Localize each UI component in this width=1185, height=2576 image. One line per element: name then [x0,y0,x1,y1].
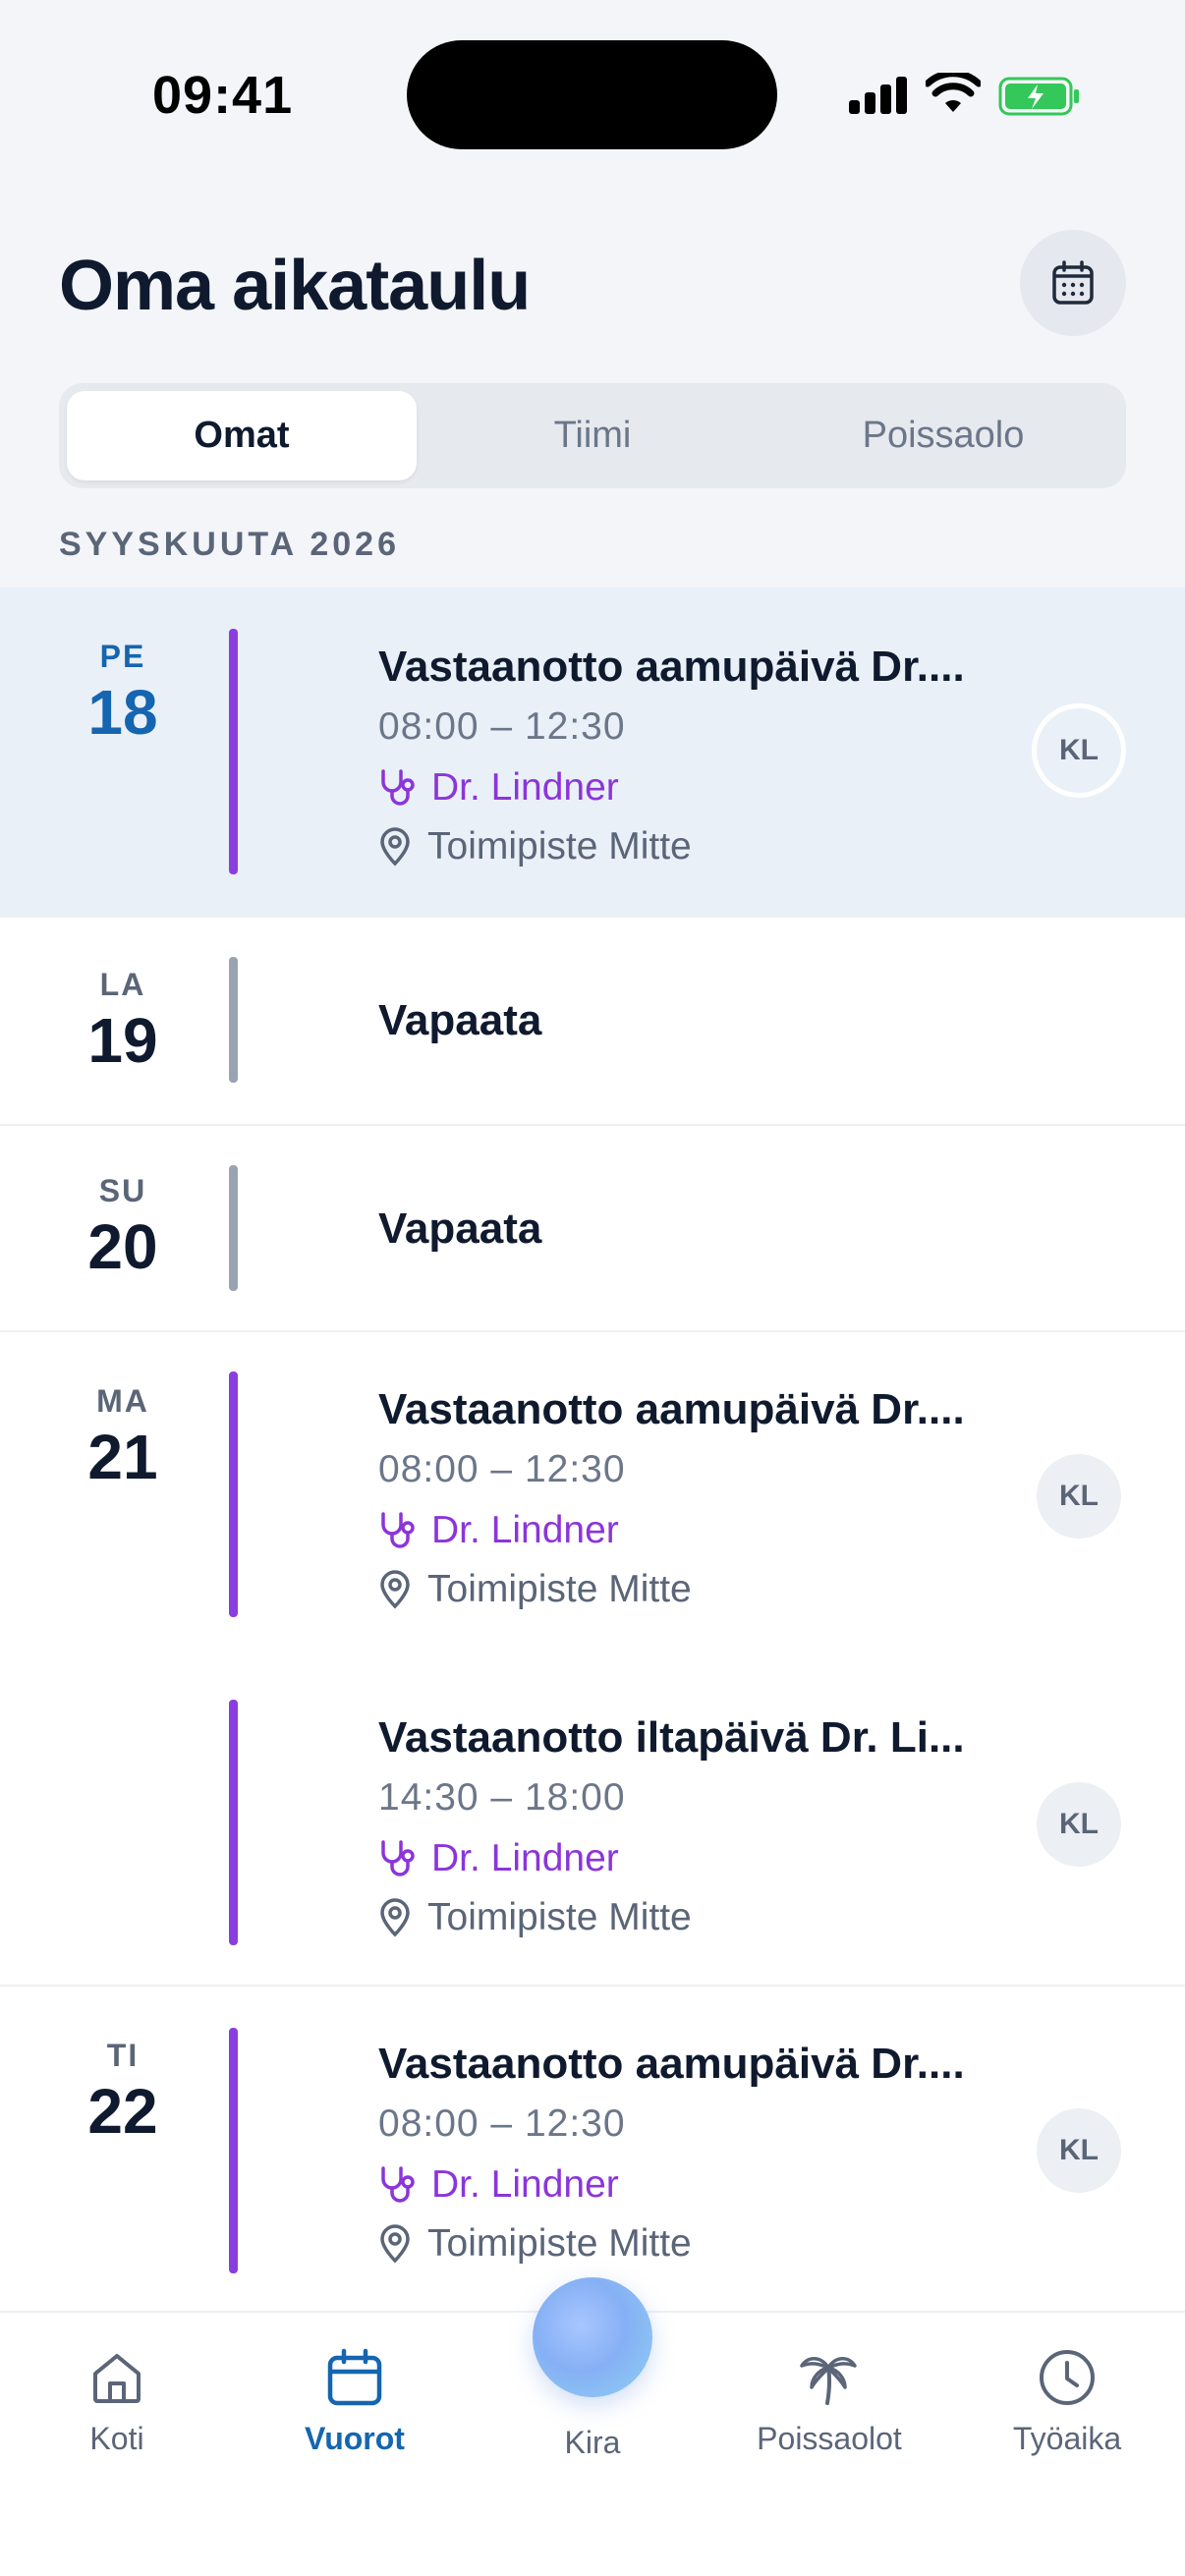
tab-tyoaika[interactable]: Työaika [969,2348,1165,2457]
day-row-21[interactable]: MA 21 Vastaanotto aamupäivä Dr.... 08:00… [0,1332,1185,1985]
tab-label: Vuorot [305,2421,405,2456]
event-doctor: Dr. Lindner [378,1837,619,1880]
battery-icon [998,77,1079,116]
shift-bar [229,2028,238,2273]
event-time: 08:00 – 12:30 [378,705,626,748]
shift-bar [229,629,238,874]
doctor-name: Dr. Lindner [431,1509,619,1551]
page-title: Oma aikataulu [59,247,531,325]
tab-koti[interactable]: Koti [19,2348,215,2457]
event-time: 08:00 – 12:30 [378,2102,626,2145]
dynamic-island [407,40,777,149]
doctor-name: Dr. Lindner [431,766,619,809]
calendar-icon [1052,260,1094,305]
day-number: 21 [87,1422,158,1492]
doctor-name: Dr. Lindner [431,1837,619,1879]
free-day-bar [229,957,238,1083]
stethoscope-icon [381,1840,415,1876]
event-location: Toimipiste Mitte [378,2222,692,2266]
day-row-20[interactable]: SU 20 Vapaata [0,1126,1185,1330]
event-location: Toimipiste Mitte [378,1568,692,1611]
segmented-control: Omat Tiimi Poissaolo [59,383,1126,488]
tab-label: Koti [89,2421,144,2456]
day-of-week: TI [106,2038,140,2073]
event-title: Vastaanotto aamupäivä Dr.... [378,643,965,691]
status-time: 09:41 [152,66,294,125]
event-location: Toimipiste Mitte [378,825,692,868]
event-doctor: Dr. Lindner [378,2163,619,2207]
location-name: Toimipiste Mitte [427,1896,692,1938]
calendar-button[interactable] [1020,230,1126,336]
palm-tree-icon [800,2357,857,2405]
tab-label: Työaika [1012,2421,1122,2456]
event-doctor: Dr. Lindner [378,1509,619,1552]
signal-icon [849,75,908,114]
free-day-bar [229,1165,238,1291]
event-time: 14:30 – 18:00 [378,1776,626,1819]
doctor-name: Dr. Lindner [431,2163,619,2206]
home-icon [93,2354,141,2403]
shift-bar [229,1700,238,1945]
month-label: SYYSKUUTA 2026 [59,526,400,563]
location-pin-icon [380,2224,410,2264]
location-name: Toimipiste Mitte [427,2222,692,2265]
avatar[interactable]: KL [1037,2108,1121,2193]
location-pin-icon [380,827,410,867]
location-name: Toimipiste Mitte [427,825,692,868]
avatar[interactable]: KL [1032,703,1126,798]
stethoscope-icon [381,1512,415,1548]
day-number: 22 [87,2076,158,2147]
event-title: Vastaanotto aamupäivä Dr.... [378,2040,965,2088]
day-of-week: LA [99,967,146,1002]
day-row-18[interactable]: PE 18 Vastaanotto aamupäivä Dr.... 08:00… [0,588,1185,916]
kira-assistant-orb[interactable] [533,2277,652,2397]
avatar[interactable]: KL [1037,1454,1121,1539]
day-of-week: PE [99,639,146,674]
segment-omat[interactable]: Omat [67,391,417,480]
clock-icon [1040,2350,1095,2405]
day-number: 20 [87,1211,158,1282]
event-location: Toimipiste Mitte [378,1896,692,1939]
day-of-week: SU [98,1173,147,1208]
stethoscope-icon [381,769,415,806]
off-label: Vapaata [378,1204,542,1253]
event-title: Vastaanotto iltapäivä Dr. Li... [378,1713,965,1762]
tab-kira-label[interactable]: Kira [491,2425,694,2461]
day-number: 19 [87,1005,158,1076]
avatar[interactable]: KL [1037,1782,1121,1867]
day-of-week: MA [96,1383,149,1419]
location-name: Toimipiste Mitte [427,1568,692,1610]
shift-bar [229,1372,238,1617]
event-doctor: Dr. Lindner [378,766,619,810]
segment-tiimi[interactable]: Tiimi [418,391,767,480]
day-row-19[interactable]: LA 19 Vapaata [0,918,1185,1124]
segment-poissaolo[interactable]: Poissaolo [768,391,1118,480]
event-title: Vastaanotto aamupäivä Dr.... [378,1385,965,1433]
stethoscope-icon [381,2166,415,2203]
calendar-icon [327,2348,382,2406]
tab-poissaolot[interactable]: Poissaolot [731,2348,928,2457]
event-time: 08:00 – 12:30 [378,1448,626,1490]
day-number: 18 [87,677,158,748]
tab-vuorot[interactable]: Vuorot [256,2348,453,2457]
location-pin-icon [380,1898,410,1937]
day-row-22[interactable]: TI 22 Vastaanotto aamupäivä Dr.... 08:00… [0,1987,1185,2311]
wifi-icon [926,73,981,112]
location-pin-icon [380,1570,410,1609]
off-label: Vapaata [378,996,542,1044]
tab-label: Poissaolot [757,2421,902,2456]
